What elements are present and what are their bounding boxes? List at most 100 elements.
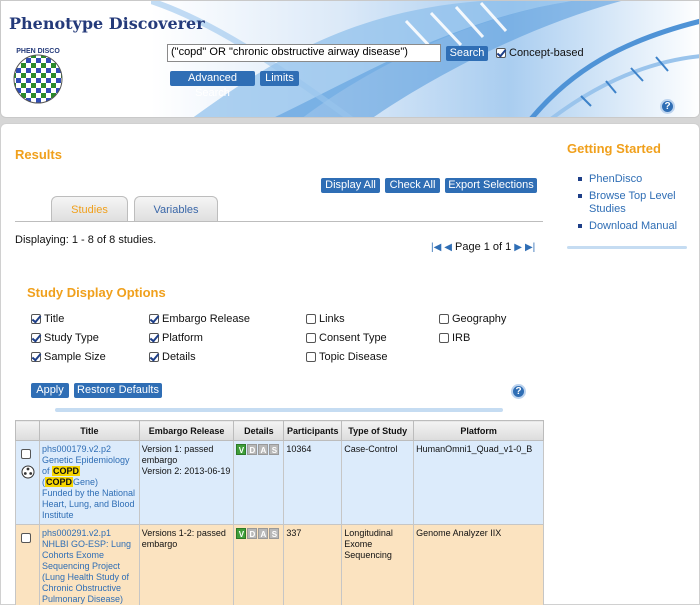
sidebar-link-browse-studies[interactable]: Browse Top Level Studies	[577, 190, 695, 216]
study-type-cell: Longitudinal Exome Sequencing	[341, 524, 415, 605]
row-checkbox[interactable]	[21, 533, 31, 543]
option-label: Links	[319, 313, 345, 325]
column-header-title[interactable]: Title	[38, 420, 140, 441]
search-button[interactable]: Search	[446, 46, 488, 61]
option-consent-type[interactable]: Consent Type	[306, 332, 387, 344]
datasets-icon[interactable]: S	[269, 444, 280, 455]
table-row: phs000291.v2.p1 NHLBI GO-ESP: Lung Cohor…	[15, 524, 544, 605]
row-checkbox[interactable]	[21, 449, 31, 459]
expand-row-icon[interactable]	[21, 465, 35, 479]
checkbox-icon[interactable]	[149, 333, 159, 343]
checkbox-icon[interactable]	[439, 333, 449, 343]
check-all-button[interactable]: Check All	[385, 178, 440, 193]
study-title-link[interactable]: NHLBI GO-ESP: Lung Cohorts Exome Sequenc…	[42, 539, 131, 604]
limits-button[interactable]: Limits	[260, 71, 299, 86]
phendisco-logo: PHEN DISCO	[13, 48, 63, 104]
study-title-cell: phs000291.v2.p1 NHLBI GO-ESP: Lung Cohor…	[38, 524, 140, 605]
column-header-type[interactable]: Type of Study	[341, 420, 415, 441]
study-type-cell: Case-Control	[341, 440, 415, 525]
study-title-link[interactable]: Genetic Epidemiology of COPD (COPDGene)	[42, 455, 130, 487]
apply-button[interactable]: Apply	[31, 383, 69, 398]
checkbox-icon[interactable]	[496, 48, 506, 58]
option-irb[interactable]: IRB	[439, 332, 470, 344]
variables-icon[interactable]: V	[236, 528, 247, 539]
study-title-cell: phs000179.v2.p2 Genetic Epidemiology of …	[38, 440, 140, 525]
table-header-row: Title Embargo Release Details Participan…	[15, 420, 544, 441]
documents-icon[interactable]: D	[247, 444, 258, 455]
concept-based-label: Concept-based	[509, 47, 584, 59]
checkbox-icon[interactable]	[149, 352, 159, 362]
next-page-icon[interactable]: ▶	[514, 242, 522, 253]
getting-started-title: Getting Started	[567, 141, 661, 156]
checkbox-icon[interactable]	[306, 333, 316, 343]
checkbox-icon[interactable]	[306, 314, 316, 324]
checkbox-icon[interactable]	[31, 352, 41, 362]
last-page-icon[interactable]: ▶|	[525, 242, 535, 253]
results-title: Results	[15, 147, 62, 162]
checkbox-icon[interactable]	[31, 333, 41, 343]
options-divider	[55, 408, 503, 412]
documents-icon[interactable]: D	[247, 528, 258, 539]
sidebar-link-phendisco[interactable]: PhenDisco	[577, 173, 695, 186]
option-topic-disease[interactable]: Topic Disease	[306, 351, 387, 363]
participants-cell: 337	[283, 524, 343, 605]
prev-page-icon[interactable]: ◀	[444, 242, 452, 253]
option-label: Platform	[162, 332, 203, 344]
platform-cell: HumanOmni1_Quad_v1-0_B	[413, 440, 544, 525]
highlight-term: COPD	[44, 477, 73, 487]
analyses-icon[interactable]: A	[258, 528, 269, 539]
checkbox-icon[interactable]	[149, 314, 159, 324]
main-panel: Results Display All Check All Export Sel…	[0, 123, 700, 605]
studies-table: Title Embargo Release Details Participan…	[15, 420, 544, 605]
header: Phenotype Discoverer PHEN DISCO ("copd" …	[0, 0, 700, 118]
study-funding-text: Funded by the National Heart, Lung, and …	[41, 488, 136, 520]
datasets-icon[interactable]: S	[269, 528, 280, 539]
variables-icon[interactable]: V	[236, 444, 247, 455]
concept-based-checkbox[interactable]: Concept-based	[496, 47, 584, 59]
page-indicator: Page 1 of 1	[455, 241, 512, 253]
option-embargo-release[interactable]: Embargo Release	[149, 313, 250, 325]
advanced-search-button[interactable]: Advanced Search	[170, 71, 255, 99]
checkbox-icon[interactable]	[306, 352, 316, 362]
export-selections-button[interactable]: Export Selections	[445, 178, 537, 193]
sidebar-divider	[567, 246, 687, 249]
search-input[interactable]: ("copd" OR "chronic obstructive airway d…	[167, 44, 441, 62]
first-page-icon[interactable]: |◀	[431, 242, 441, 253]
checkbox-icon[interactable]	[31, 314, 41, 324]
option-label: Topic Disease	[319, 351, 388, 363]
sidebar-link-download-manual[interactable]: Download Manual	[577, 220, 695, 233]
option-label: Study Type	[44, 332, 99, 344]
option-links[interactable]: Links	[306, 313, 345, 325]
study-title-text: Gene)	[73, 477, 99, 487]
column-header-platform[interactable]: Platform	[413, 420, 544, 441]
options-help-icon[interactable]: ?	[511, 384, 526, 399]
study-id-link[interactable]: phs000291.v2.p1	[42, 528, 111, 538]
option-label: Geography	[452, 313, 507, 325]
option-study-type[interactable]: Study Type	[31, 332, 99, 344]
option-geography[interactable]: Geography	[439, 313, 506, 325]
analyses-icon[interactable]: A	[258, 444, 269, 455]
column-header-details[interactable]: Details	[233, 420, 285, 441]
getting-started-list: PhenDisco Browse Top Level Studies Downl…	[577, 173, 695, 237]
help-icon[interactable]: ?	[660, 99, 675, 114]
row-select-cell	[15, 524, 40, 605]
platform-cell: Genome Analyzer IIX	[413, 524, 544, 605]
option-title[interactable]: Title	[31, 313, 64, 325]
option-label: Details	[162, 351, 196, 363]
option-details[interactable]: Details	[149, 351, 196, 363]
column-header-participants[interactable]: Participants	[283, 420, 343, 441]
study-display-options-title: Study Display Options	[27, 285, 166, 300]
tab-divider	[15, 221, 543, 222]
option-label: IRB	[452, 332, 471, 344]
option-sample-size[interactable]: Sample Size	[31, 351, 106, 363]
display-all-button[interactable]: Display All	[321, 178, 380, 193]
tab-variables[interactable]: Variables	[134, 196, 218, 222]
column-header-embargo[interactable]: Embargo Release	[138, 420, 235, 441]
checkbox-icon[interactable]	[439, 314, 449, 324]
details-cell: V D A S	[233, 524, 285, 605]
study-id-link[interactable]: phs000179.v2.p2	[42, 444, 111, 454]
restore-defaults-button[interactable]: Restore Defaults	[74, 383, 162, 398]
option-label: Consent Type	[319, 332, 387, 344]
tab-studies[interactable]: Studies	[51, 196, 128, 222]
option-platform[interactable]: Platform	[149, 332, 203, 344]
